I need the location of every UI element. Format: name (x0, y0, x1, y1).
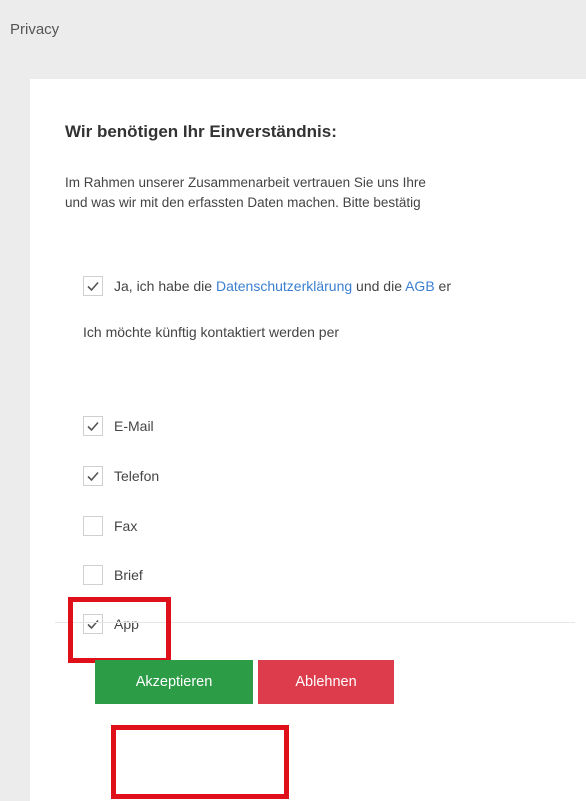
app-label: App (114, 616, 139, 632)
agree-terms-row: Ja, ich habe die Datenschutzerklärung un… (83, 276, 451, 296)
accept-button[interactable]: Akzeptieren (95, 660, 253, 704)
checkmark-icon (87, 281, 99, 292)
contact-option-letter: Brief (83, 565, 143, 585)
letter-label: Brief (114, 567, 143, 583)
fax-checkbox[interactable] (83, 516, 103, 536)
checkmark-icon (87, 421, 99, 432)
contact-option-fax: Fax (83, 516, 137, 536)
privacy-policy-link[interactable]: Datenschutzerklärung (216, 278, 352, 294)
contact-preference-label: Ich möchte künftig kontaktiert werden pe… (83, 324, 340, 340)
email-checkbox[interactable] (83, 416, 103, 436)
actions-divider (55, 622, 575, 623)
contact-option-phone: Telefon (83, 466, 159, 486)
agree-terms-checkbox[interactable] (83, 276, 103, 296)
app-checkbox[interactable] (83, 614, 103, 634)
intro-line-2: und was wir mit den erfassten Daten mach… (65, 195, 421, 210)
consent-intro: Im Rahmen unserer Zusammenarbeit vertrau… (65, 173, 426, 213)
phone-label: Telefon (114, 468, 160, 484)
agree-text-before: Ja, ich habe die (114, 278, 216, 294)
terms-link[interactable]: AGB (405, 278, 435, 294)
checkmark-icon (87, 619, 99, 630)
letter-checkbox[interactable] (83, 565, 103, 585)
phone-checkbox[interactable] (83, 466, 103, 486)
agree-text-middle: und die (352, 278, 406, 294)
contact-option-app: App (83, 614, 139, 634)
privacy-page: Privacy Wir benötigen Ihr Einverständnis… (0, 0, 586, 801)
agree-terms-text: Ja, ich habe die Datenschutzerklärung un… (114, 278, 451, 294)
agree-text-after: er (434, 278, 452, 294)
consent-heading: Wir benötigen Ihr Einverständnis: (65, 122, 337, 141)
fax-label: Fax (114, 518, 138, 534)
page-title: Privacy (10, 21, 60, 38)
intro-line-1: Im Rahmen unserer Zusammenarbeit vertrau… (65, 175, 426, 190)
checkmark-icon (87, 471, 99, 482)
contact-option-email: E-Mail (83, 416, 154, 436)
decline-button[interactable]: Ablehnen (258, 660, 394, 704)
email-label: E-Mail (114, 418, 154, 434)
